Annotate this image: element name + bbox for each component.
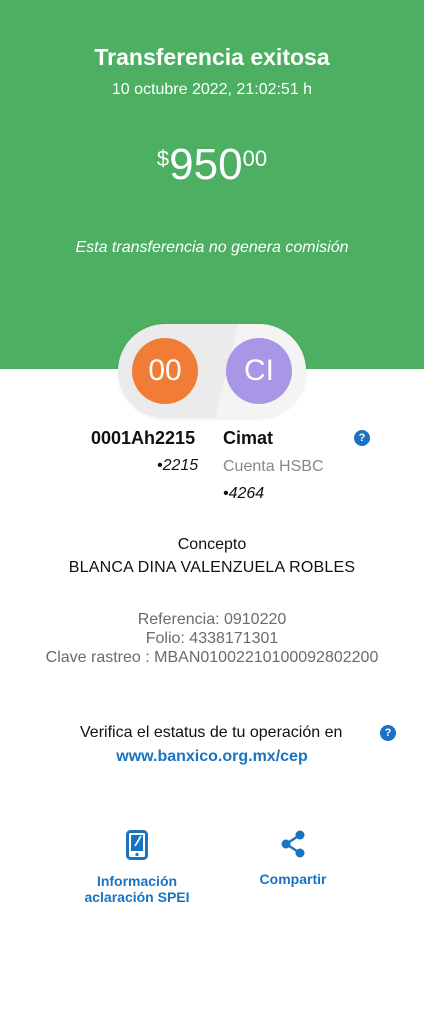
header-banner: Transferencia exitosa 10 octubre 2022, 2…	[0, 0, 424, 369]
help-icon[interactable]: ?	[354, 430, 370, 446]
concept-value: BLANCA DINA VALENZUELA ROBLES	[68, 559, 356, 576]
reference-number: Referencia: 0910220	[137, 611, 287, 628]
folio-number: Folio: 4338171301	[145, 630, 279, 647]
tracking-key: Clave rastreo : MBAN01002210100092802200	[45, 649, 379, 666]
destination-avatar: CI	[226, 338, 292, 404]
transfer-amount: $95000	[0, 140, 424, 190]
amount-integer: 950	[169, 140, 243, 189]
help-icon[interactable]: ?	[380, 725, 396, 741]
concept-label: Concepto	[177, 536, 247, 553]
amount-decimals: 00	[242, 146, 268, 171]
spei-info-button[interactable]: Información aclaración SPEI	[72, 830, 202, 905]
spei-info-label-line1: Información	[96, 873, 178, 889]
destination-bank: Cuenta HSBC	[223, 458, 324, 475]
share-label: Compartir	[259, 871, 327, 887]
banxico-link[interactable]: www.banxico.org.mx/cep	[0, 748, 424, 766]
destination-account-last-digits: •4264	[223, 485, 265, 502]
origin-account-name: 0001Ah2215	[91, 428, 196, 448]
share-button[interactable]: Compartir	[240, 830, 346, 887]
page-title: Transferencia exitosa	[94, 44, 330, 70]
phone-icon	[72, 830, 202, 863]
origin-avatar: 00	[132, 338, 198, 404]
origin-account-last-digits: •2215	[157, 457, 199, 474]
spei-info-label-line2: aclaración SPEI	[84, 889, 190, 905]
share-icon	[240, 830, 346, 861]
verify-status-text: Verifica el estatus de tu operación en	[80, 724, 343, 741]
amount-currency: $	[156, 146, 170, 171]
transfer-datetime: 10 octubre 2022, 21:02:51 h	[111, 81, 313, 98]
accounts-pill: 00 CI	[118, 324, 306, 418]
commission-note: Esta transferencia no genera comisión	[75, 239, 349, 256]
destination-name: Cimat	[223, 428, 274, 448]
